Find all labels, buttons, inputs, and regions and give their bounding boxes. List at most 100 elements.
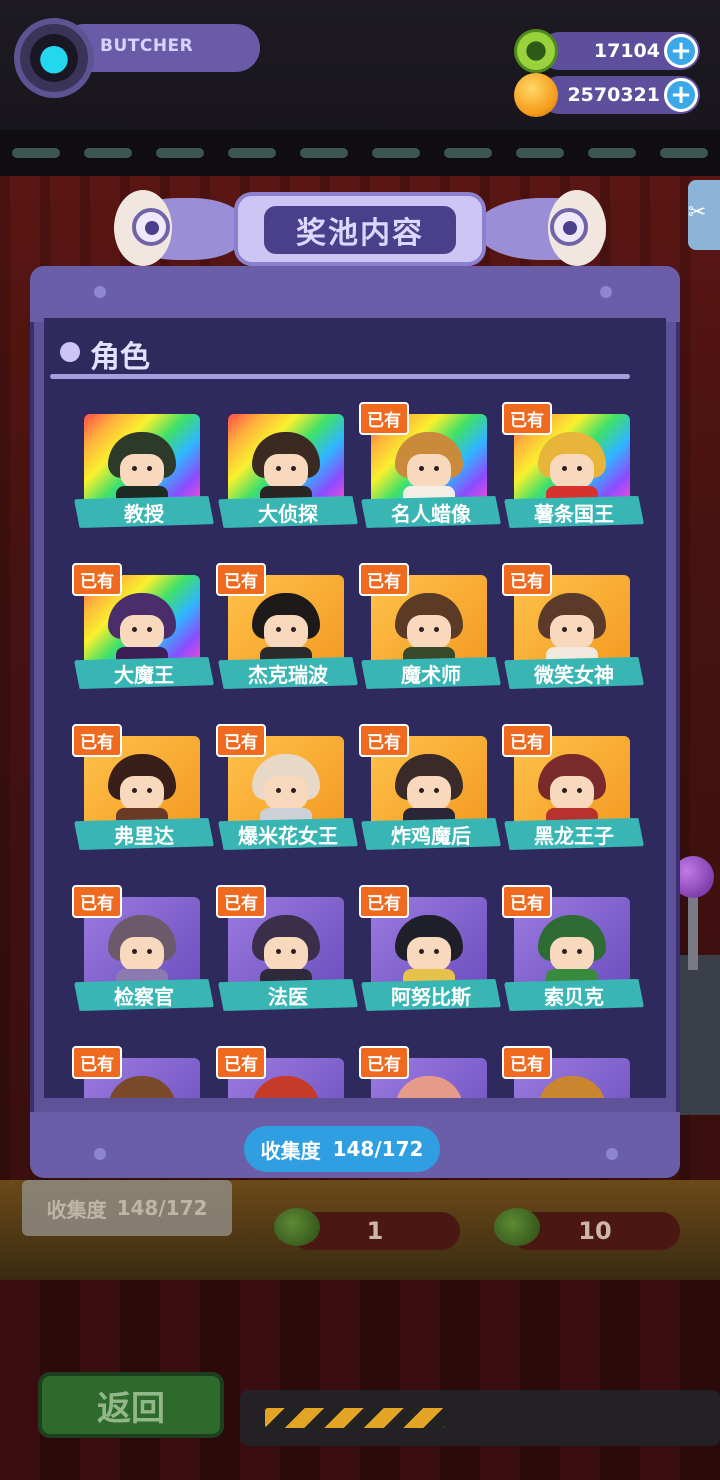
character-name: 法医 (268, 984, 308, 1009)
modal-title: 奖池内容 (296, 216, 424, 251)
owned-badge: 已有 (502, 885, 552, 918)
character-name-ribbon: 炸鸡魔后 (361, 818, 501, 850)
character-name-ribbon: 微笑女神 (504, 657, 644, 689)
character-card[interactable]: 已有炸鸡魔后 (359, 724, 501, 864)
character-card[interactable]: 已有弗里达 (72, 724, 214, 864)
player-name: BUTCHER (100, 36, 194, 56)
character-name-ribbon: 教授 (74, 496, 214, 528)
character-card[interactable]: 已有 (359, 1046, 501, 1098)
character-card[interactable]: 已有黑龙王子 (502, 724, 644, 864)
character-name-ribbon: 索贝克 (504, 979, 644, 1011)
character-card[interactable]: 已有薯条国王 (502, 402, 644, 542)
character-card[interactable]: 教授 (74, 402, 214, 542)
character-name-ribbon: 名人蜡像 (361, 496, 501, 528)
character-name: 检察官 (114, 984, 174, 1009)
character-card[interactable]: 已有爆米花女王 (216, 724, 358, 864)
fish-ornament-left (114, 190, 244, 268)
modal-title-plate: 奖池内容 (234, 192, 486, 266)
character-card[interactable]: 已有微笑女神 (502, 563, 644, 703)
character-name-ribbon: 魔术师 (361, 657, 501, 689)
character-name: 微笑女神 (534, 662, 614, 687)
character-card[interactable]: 已有索贝克 (502, 885, 644, 1025)
character-name-ribbon: 黑龙王子 (504, 818, 644, 850)
marquee-lights (0, 130, 720, 176)
owned-badge: 已有 (72, 1046, 122, 1079)
owned-badge: 已有 (359, 563, 409, 596)
character-card[interactable]: 已有 检察官 (72, 885, 214, 1025)
bolt-icon (600, 286, 612, 298)
coin-value: 2570321 (567, 84, 660, 106)
character-name-ribbon: 薯条国王 (504, 496, 644, 528)
background-counter-right: 10 (494, 1208, 680, 1250)
hazard-stripe (265, 1408, 445, 1428)
section-bullet-icon (60, 342, 80, 362)
character-card[interactable]: 已有 (216, 1046, 358, 1098)
character-card[interactable]: 已有名人蜡像 (359, 402, 501, 542)
character-name-ribbon: 阿努比斯 (361, 979, 501, 1011)
cat-icon: ● (38, 37, 70, 78)
gem-counter: 17104 + (514, 29, 700, 73)
turtle-icon (274, 1208, 320, 1246)
character-name-ribbon: 爆米花女王 (218, 818, 358, 850)
character-name-ribbon: 大魔王 (74, 657, 214, 689)
character-name: 魔术师 (401, 662, 461, 687)
character-portrait (228, 414, 344, 506)
background-collection-label: 收集度 148/172 (22, 1180, 232, 1236)
bolt-icon (94, 1148, 106, 1160)
bolt-icon (606, 1148, 618, 1160)
coin-counter: 2570321 + (514, 73, 700, 117)
section-divider (50, 374, 630, 379)
character-name-ribbon: 法医 (218, 979, 358, 1011)
character-card[interactable]: 大侦探 (218, 402, 358, 542)
owned-badge: 已有 (216, 563, 266, 596)
character-name: 爆米花女王 (238, 823, 338, 848)
collection-value: 148/172 (332, 1137, 424, 1161)
owned-badge: 已有 (216, 1046, 266, 1079)
character-name: 炸鸡魔后 (391, 823, 471, 848)
player-avatar[interactable]: ● (14, 18, 94, 98)
character-portrait (84, 414, 200, 506)
owned-badge: 已有 (359, 885, 409, 918)
character-card[interactable]: 已有大魔王 (72, 563, 214, 703)
add-coin-button[interactable]: + (664, 78, 698, 112)
character-name: 弗里达 (114, 823, 174, 848)
planet-coin-icon (514, 73, 558, 117)
character-name-ribbon: 杰克瑞波 (218, 657, 358, 689)
owned-badge: 已有 (359, 724, 409, 757)
character-name: 阿努比斯 (391, 984, 471, 1009)
character-name: 杰克瑞波 (248, 662, 328, 687)
character-card[interactable]: 已有 (72, 1046, 214, 1098)
turtle-icon (494, 1208, 540, 1246)
owned-badge: 已有 (72, 563, 122, 596)
owned-badge: 已有 (72, 724, 122, 757)
character-name-ribbon: 弗里达 (74, 818, 214, 850)
owned-badge: 已有 (216, 885, 266, 918)
character-card[interactable]: 已有法医 (216, 885, 358, 1025)
back-button[interactable]: 返回 (38, 1372, 224, 1438)
character-name: 索贝克 (544, 984, 604, 1009)
character-card[interactable]: 已有阿努比斯 (359, 885, 501, 1025)
gem-value: 17104 (593, 40, 660, 62)
character-name: 名人蜡像 (391, 501, 471, 526)
character-card[interactable]: 已有杰克瑞波 (216, 563, 358, 703)
owned-badge: 已有 (502, 724, 552, 757)
character-name-ribbon: 大侦探 (218, 496, 358, 528)
collection-progress: 收集度 148/172 (244, 1126, 440, 1172)
character-name: 黑龙王子 (534, 823, 614, 848)
character-name: 大侦探 (258, 501, 318, 526)
collection-label: 收集度 (260, 1138, 321, 1163)
character-card[interactable]: 已有 (502, 1046, 644, 1098)
character-list-panel[interactable]: 角色 教授 大侦探 已有 名人蜡像 已有 薯条国王 已有 大魔王 已有 杰克瑞波 已有 魔术师 已有 微笑… (44, 318, 666, 1098)
character-name: 大魔王 (114, 662, 174, 687)
side-tab[interactable]: ✂ (688, 180, 720, 250)
owned-badge: 已有 (502, 402, 552, 435)
add-gem-button[interactable]: + (664, 34, 698, 68)
owned-badge: 已有 (216, 724, 266, 757)
bolt-icon (94, 286, 106, 298)
character-card[interactable]: 已有魔术师 (359, 563, 501, 703)
green-gem-icon (514, 29, 558, 73)
character-name: 薯条国王 (534, 501, 614, 526)
owned-badge: 已有 (359, 402, 409, 435)
owned-badge: 已有 (502, 1046, 552, 1079)
owned-badge: 已有 (502, 563, 552, 596)
